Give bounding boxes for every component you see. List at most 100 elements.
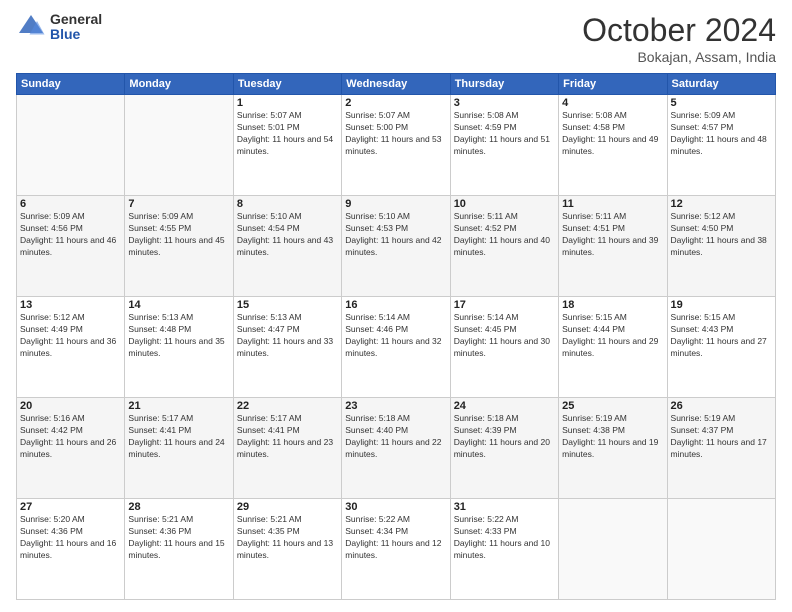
day-number: 28 — [128, 501, 229, 513]
day-number: 31 — [454, 501, 555, 513]
calendar-cell: 5Sunrise: 5:09 AMSunset: 4:57 PMDaylight… — [667, 95, 775, 196]
calendar-cell — [17, 95, 125, 196]
calendar-cell — [125, 95, 233, 196]
calendar-week-2: 6Sunrise: 5:09 AMSunset: 4:56 PMDaylight… — [17, 196, 776, 297]
calendar-cell: 3Sunrise: 5:08 AMSunset: 4:59 PMDaylight… — [450, 95, 558, 196]
day-number: 4 — [562, 97, 663, 109]
logo: General Blue — [16, 12, 102, 43]
calendar-cell: 19Sunrise: 5:15 AMSunset: 4:43 PMDayligh… — [667, 297, 775, 398]
calendar-cell: 15Sunrise: 5:13 AMSunset: 4:47 PMDayligh… — [233, 297, 341, 398]
day-number: 24 — [454, 400, 555, 412]
calendar-cell: 4Sunrise: 5:08 AMSunset: 4:58 PMDaylight… — [559, 95, 667, 196]
calendar-cell: 16Sunrise: 5:14 AMSunset: 4:46 PMDayligh… — [342, 297, 450, 398]
day-number: 5 — [671, 97, 772, 109]
calendar-cell: 24Sunrise: 5:18 AMSunset: 4:39 PMDayligh… — [450, 398, 558, 499]
col-sunday: Sunday — [17, 74, 125, 95]
day-info: Sunrise: 5:08 AMSunset: 4:59 PMDaylight:… — [454, 110, 555, 158]
col-saturday: Saturday — [667, 74, 775, 95]
day-number: 19 — [671, 299, 772, 311]
calendar-cell: 2Sunrise: 5:07 AMSunset: 5:00 PMDaylight… — [342, 95, 450, 196]
calendar-cell: 11Sunrise: 5:11 AMSunset: 4:51 PMDayligh… — [559, 196, 667, 297]
day-info: Sunrise: 5:12 AMSunset: 4:50 PMDaylight:… — [671, 211, 772, 259]
calendar-cell: 21Sunrise: 5:17 AMSunset: 4:41 PMDayligh… — [125, 398, 233, 499]
page: General Blue October 2024 Bokajan, Assam… — [0, 0, 792, 612]
day-number: 21 — [128, 400, 229, 412]
calendar-cell: 30Sunrise: 5:22 AMSunset: 4:34 PMDayligh… — [342, 499, 450, 600]
calendar-cell: 26Sunrise: 5:19 AMSunset: 4:37 PMDayligh… — [667, 398, 775, 499]
day-info: Sunrise: 5:15 AMSunset: 4:43 PMDaylight:… — [671, 312, 772, 360]
calendar-week-5: 27Sunrise: 5:20 AMSunset: 4:36 PMDayligh… — [17, 499, 776, 600]
day-info: Sunrise: 5:12 AMSunset: 4:49 PMDaylight:… — [20, 312, 121, 360]
day-number: 27 — [20, 501, 121, 513]
col-wednesday: Wednesday — [342, 74, 450, 95]
calendar-cell: 6Sunrise: 5:09 AMSunset: 4:56 PMDaylight… — [17, 196, 125, 297]
col-thursday: Thursday — [450, 74, 558, 95]
calendar-cell: 12Sunrise: 5:12 AMSunset: 4:50 PMDayligh… — [667, 196, 775, 297]
day-info: Sunrise: 5:10 AMSunset: 4:54 PMDaylight:… — [237, 211, 338, 259]
calendar-cell: 28Sunrise: 5:21 AMSunset: 4:36 PMDayligh… — [125, 499, 233, 600]
day-info: Sunrise: 5:17 AMSunset: 4:41 PMDaylight:… — [237, 413, 338, 461]
calendar-week-4: 20Sunrise: 5:16 AMSunset: 4:42 PMDayligh… — [17, 398, 776, 499]
day-number: 26 — [671, 400, 772, 412]
day-number: 8 — [237, 198, 338, 210]
calendar-cell — [559, 499, 667, 600]
calendar-header-row: Sunday Monday Tuesday Wednesday Thursday… — [17, 74, 776, 95]
header: General Blue October 2024 Bokajan, Assam… — [16, 12, 776, 65]
day-number: 2 — [345, 97, 446, 109]
day-info: Sunrise: 5:15 AMSunset: 4:44 PMDaylight:… — [562, 312, 663, 360]
day-info: Sunrise: 5:07 AMSunset: 5:01 PMDaylight:… — [237, 110, 338, 158]
calendar-cell: 25Sunrise: 5:19 AMSunset: 4:38 PMDayligh… — [559, 398, 667, 499]
day-info: Sunrise: 5:19 AMSunset: 4:38 PMDaylight:… — [562, 413, 663, 461]
day-info: Sunrise: 5:22 AMSunset: 4:33 PMDaylight:… — [454, 514, 555, 562]
calendar-cell: 17Sunrise: 5:14 AMSunset: 4:45 PMDayligh… — [450, 297, 558, 398]
day-info: Sunrise: 5:07 AMSunset: 5:00 PMDaylight:… — [345, 110, 446, 158]
day-info: Sunrise: 5:18 AMSunset: 4:40 PMDaylight:… — [345, 413, 446, 461]
day-number: 14 — [128, 299, 229, 311]
calendar-cell: 18Sunrise: 5:15 AMSunset: 4:44 PMDayligh… — [559, 297, 667, 398]
calendar-cell: 14Sunrise: 5:13 AMSunset: 4:48 PMDayligh… — [125, 297, 233, 398]
logo-general: General — [50, 12, 102, 27]
day-number: 6 — [20, 198, 121, 210]
day-info: Sunrise: 5:16 AMSunset: 4:42 PMDaylight:… — [20, 413, 121, 461]
day-number: 22 — [237, 400, 338, 412]
col-tuesday: Tuesday — [233, 74, 341, 95]
day-info: Sunrise: 5:11 AMSunset: 4:51 PMDaylight:… — [562, 211, 663, 259]
day-number: 1 — [237, 97, 338, 109]
calendar-cell: 10Sunrise: 5:11 AMSunset: 4:52 PMDayligh… — [450, 196, 558, 297]
calendar-cell: 29Sunrise: 5:21 AMSunset: 4:35 PMDayligh… — [233, 499, 341, 600]
calendar-week-3: 13Sunrise: 5:12 AMSunset: 4:49 PMDayligh… — [17, 297, 776, 398]
day-info: Sunrise: 5:14 AMSunset: 4:45 PMDaylight:… — [454, 312, 555, 360]
day-info: Sunrise: 5:21 AMSunset: 4:35 PMDaylight:… — [237, 514, 338, 562]
day-number: 3 — [454, 97, 555, 109]
day-number: 9 — [345, 198, 446, 210]
day-info: Sunrise: 5:13 AMSunset: 4:47 PMDaylight:… — [237, 312, 338, 360]
calendar-cell: 7Sunrise: 5:09 AMSunset: 4:55 PMDaylight… — [125, 196, 233, 297]
day-number: 7 — [128, 198, 229, 210]
day-info: Sunrise: 5:09 AMSunset: 4:57 PMDaylight:… — [671, 110, 772, 158]
day-number: 23 — [345, 400, 446, 412]
calendar: Sunday Monday Tuesday Wednesday Thursday… — [16, 73, 776, 600]
location: Bokajan, Assam, India — [582, 49, 776, 65]
day-info: Sunrise: 5:10 AMSunset: 4:53 PMDaylight:… — [345, 211, 446, 259]
calendar-cell: 8Sunrise: 5:10 AMSunset: 4:54 PMDaylight… — [233, 196, 341, 297]
day-info: Sunrise: 5:11 AMSunset: 4:52 PMDaylight:… — [454, 211, 555, 259]
day-number: 25 — [562, 400, 663, 412]
day-number: 13 — [20, 299, 121, 311]
month-title: October 2024 — [582, 12, 776, 49]
day-info: Sunrise: 5:17 AMSunset: 4:41 PMDaylight:… — [128, 413, 229, 461]
logo-text: General Blue — [50, 12, 102, 43]
day-number: 11 — [562, 198, 663, 210]
day-number: 30 — [345, 501, 446, 513]
day-number: 18 — [562, 299, 663, 311]
day-info: Sunrise: 5:18 AMSunset: 4:39 PMDaylight:… — [454, 413, 555, 461]
day-info: Sunrise: 5:09 AMSunset: 4:55 PMDaylight:… — [128, 211, 229, 259]
logo-icon — [16, 12, 46, 42]
day-number: 20 — [20, 400, 121, 412]
day-number: 10 — [454, 198, 555, 210]
calendar-cell: 22Sunrise: 5:17 AMSunset: 4:41 PMDayligh… — [233, 398, 341, 499]
day-info: Sunrise: 5:20 AMSunset: 4:36 PMDaylight:… — [20, 514, 121, 562]
day-number: 29 — [237, 501, 338, 513]
calendar-cell: 13Sunrise: 5:12 AMSunset: 4:49 PMDayligh… — [17, 297, 125, 398]
calendar-cell: 31Sunrise: 5:22 AMSunset: 4:33 PMDayligh… — [450, 499, 558, 600]
day-info: Sunrise: 5:08 AMSunset: 4:58 PMDaylight:… — [562, 110, 663, 158]
